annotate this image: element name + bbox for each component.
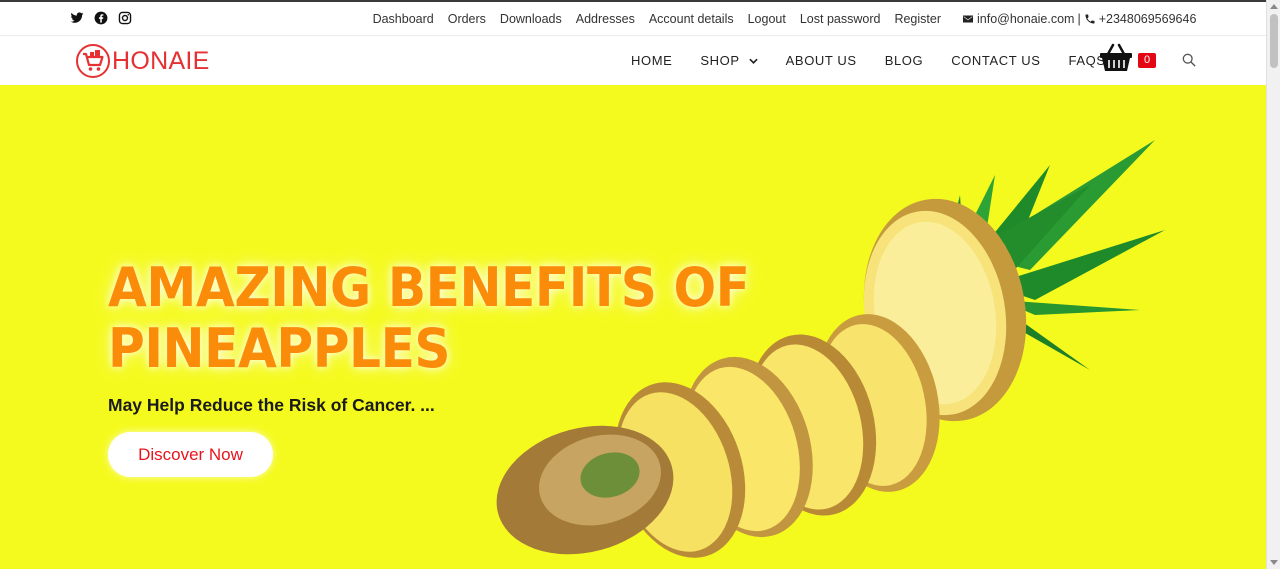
page-scrollbar[interactable] <box>1266 0 1280 569</box>
search-icon[interactable] <box>1182 53 1196 67</box>
cart-logo-icon <box>76 44 110 78</box>
scroll-down-arrow-icon[interactable] <box>1270 560 1278 565</box>
hero-headline: AMAZING BENEFITS OF PINEAPPLES <box>108 257 815 379</box>
top-bar: Dashboard Orders Downloads Addresses Acc… <box>0 2 1266 36</box>
nav-home[interactable]: HOME <box>631 53 672 68</box>
hero-headline-line-1: AMAZING BENEFITS OF <box>108 256 750 319</box>
logout-link[interactable]: Logout <box>748 12 786 26</box>
account-details-link[interactable]: Account details <box>649 12 734 26</box>
contact-phone[interactable]: +2348069569646 <box>1099 12 1197 26</box>
lost-password-link[interactable]: Lost password <box>800 12 881 26</box>
instagram-icon[interactable] <box>118 11 132 25</box>
nav-about-us[interactable]: ABOUT US <box>786 53 857 68</box>
nav-shop-label: SHOP <box>700 53 740 68</box>
nav-about-label: ABOUT US <box>785 53 857 68</box>
contact-separator: | <box>1077 12 1081 26</box>
scroll-up-arrow-icon[interactable] <box>1270 4 1278 9</box>
chevron-down-icon <box>748 58 758 64</box>
nav-home-label: HOME <box>631 53 673 68</box>
nav-contact-us[interactable]: CONTACT US <box>951 53 1040 68</box>
scrollbar-thumb[interactable] <box>1270 14 1278 68</box>
discover-now-button[interactable]: Discover Now <box>108 432 273 477</box>
nav-blog-label: BLOG <box>884 53 924 68</box>
basket-icon[interactable] <box>1099 43 1133 73</box>
downloads-link[interactable]: Downloads <box>500 12 562 26</box>
dashboard-link[interactable]: Dashboard <box>373 12 434 26</box>
envelope-icon <box>963 15 973 23</box>
site-logo[interactable]: HONAIE <box>75 43 210 79</box>
cart-count-badge[interactable]: 0 <box>1138 53 1156 68</box>
hero-headline-line-2: PINEAPPLES <box>108 317 451 380</box>
facebook-icon[interactable] <box>94 11 108 25</box>
primary-menu: HOME SHOP ABOUT US BLOG CONTACT US FAQS <box>631 53 1134 68</box>
page: Dashboard Orders Downloads Addresses Acc… <box>0 0 1280 569</box>
nav-blog[interactable]: BLOG <box>885 53 924 68</box>
contact-email[interactable]: info@honaie.com <box>977 12 1074 26</box>
social-links <box>70 11 132 25</box>
nav-shop[interactable]: SHOP <box>700 53 758 68</box>
hero-banner: AMAZING BENEFITS OF PINEAPPLES May Help … <box>0 85 1266 569</box>
phone-icon <box>1085 14 1095 24</box>
brand-name: HONAIE <box>112 46 210 75</box>
twitter-icon[interactable] <box>70 11 84 25</box>
nav-contact-label: CONTACT US <box>951 53 1041 68</box>
register-link[interactable]: Register <box>894 12 941 26</box>
account-links: Dashboard Orders Downloads Addresses Acc… <box>373 12 941 26</box>
contact-info: info@honaie.com | +2348069569646 <box>962 12 1196 26</box>
orders-link[interactable]: Orders <box>448 12 486 26</box>
hero-subheading: May Help Reduce the Risk of Cancer. ... <box>108 395 435 415</box>
main-navbar: HONAIE HOME SHOP ABOUT US BLOG CONTACT U… <box>0 37 1266 85</box>
addresses-link[interactable]: Addresses <box>576 12 635 26</box>
